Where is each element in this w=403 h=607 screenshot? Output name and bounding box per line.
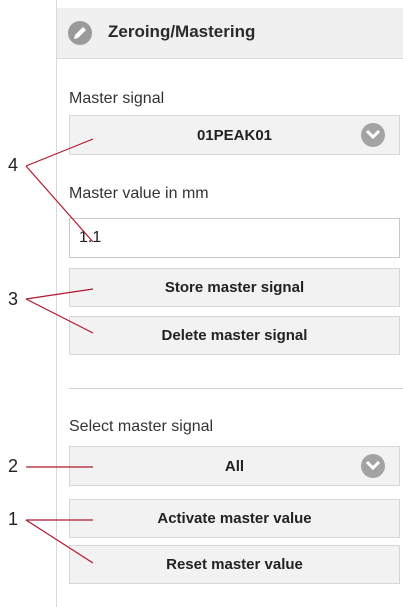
callout-line-4b [25, 165, 94, 243]
callout-line-1b [25, 519, 94, 564]
callout-number-4: 4 [8, 155, 19, 175]
callout-number-3: 3 [8, 289, 19, 309]
callout-line-3b [25, 298, 94, 334]
callout-lines [25, 138, 94, 564]
callout-line-4a [25, 138, 94, 167]
callout-number-1: 1 [8, 509, 19, 529]
callout-line-3a [25, 288, 94, 300]
callout-number-2: 2 [8, 456, 19, 476]
